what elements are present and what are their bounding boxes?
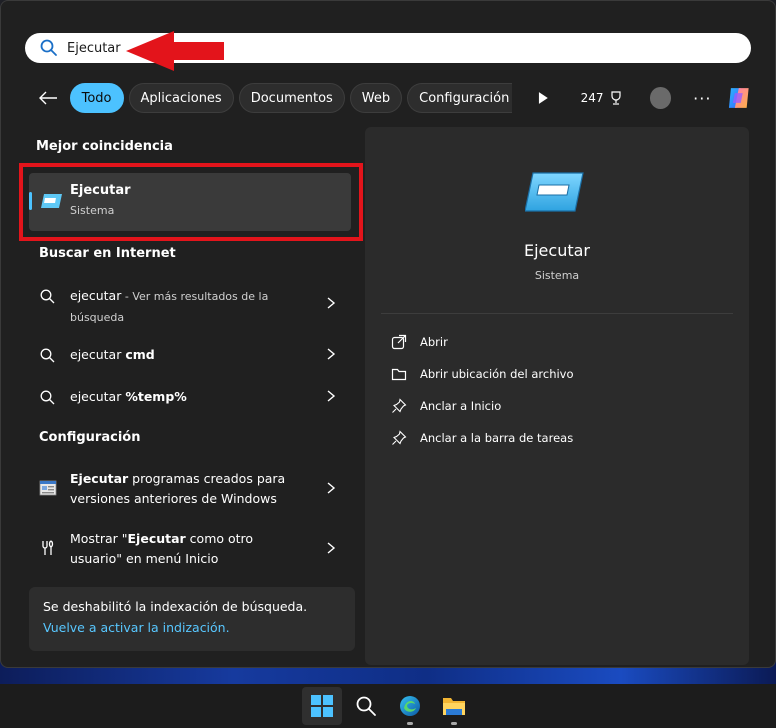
settings-result-text: Ejecutar programas creados para versione… bbox=[70, 471, 286, 506]
search-icon bbox=[40, 39, 57, 56]
web-result-text: ejecutar %temp% bbox=[70, 389, 187, 404]
chevron-right-icon bbox=[327, 390, 336, 402]
trophy-icon bbox=[610, 91, 621, 105]
search-icon bbox=[356, 696, 376, 716]
avatar[interactable] bbox=[649, 87, 672, 109]
settings-heading: Configuración bbox=[39, 430, 141, 445]
edge-browser-icon bbox=[400, 696, 420, 716]
tab-web[interactable]: Web bbox=[349, 83, 403, 113]
rewards-points[interactable]: 247 bbox=[581, 90, 624, 106]
action-open[interactable]: Abrir bbox=[391, 332, 448, 352]
web-result-text: ejecutar - Ver más resultados de la búsq… bbox=[70, 288, 269, 324]
tab-aplicaciones[interactable]: Aplicaciones bbox=[128, 83, 234, 113]
tab-configuracion[interactable]: Configuración bbox=[407, 83, 512, 113]
tab-documentos[interactable]: Documentos bbox=[238, 83, 345, 113]
tab-todo[interactable]: Todo bbox=[69, 83, 124, 113]
windows-logo-icon bbox=[311, 695, 333, 717]
pin-icon bbox=[392, 398, 407, 413]
taskbar-edge-button[interactable] bbox=[390, 687, 430, 725]
search-icon bbox=[40, 390, 55, 405]
indexing-notice-text: Se deshabilitó la indexación de búsqueda… bbox=[43, 599, 308, 614]
settings-result-item[interactable]: Ejecutar programas creados para versione… bbox=[39, 469, 339, 511]
search-icon bbox=[40, 289, 55, 304]
copilot-icon[interactable] bbox=[725, 83, 755, 113]
taskbar-explorer-button[interactable] bbox=[434, 687, 474, 725]
play-icon[interactable] bbox=[535, 90, 551, 106]
divider bbox=[381, 313, 733, 314]
web-result-item[interactable]: ejecutar cmd bbox=[39, 345, 339, 367]
settings-result-item[interactable]: Mostrar "Ejecutar como otro usuario" en … bbox=[39, 529, 339, 571]
start-button[interactable] bbox=[302, 687, 342, 725]
taskbar-search-button[interactable] bbox=[346, 687, 386, 725]
annotation-arrow-icon bbox=[126, 31, 224, 71]
action-pin-taskbar[interactable]: Anclar a la barra de tareas bbox=[391, 428, 573, 448]
more-options-button[interactable]: ··· bbox=[693, 89, 711, 108]
chevron-right-icon bbox=[327, 482, 336, 494]
reenable-indexing-link[interactable]: Vuelve a activar la indización. bbox=[43, 620, 341, 635]
run-app-icon bbox=[525, 172, 584, 212]
best-match-heading: Mejor coincidencia bbox=[36, 139, 173, 154]
chevron-right-icon bbox=[327, 297, 336, 309]
points-value: 247 bbox=[580, 91, 604, 105]
detail-panel: Ejecutar Sistema Abrir Abrir ubicación d… bbox=[365, 127, 749, 665]
detail-app-type: Sistema bbox=[534, 269, 580, 282]
back-button[interactable] bbox=[35, 85, 61, 111]
search-icon bbox=[40, 348, 55, 363]
pin-icon bbox=[392, 430, 407, 445]
compatibility-icon bbox=[39, 480, 57, 496]
search-panel: Todo Aplicaciones Documentos Web Configu… bbox=[0, 0, 776, 668]
taskbar bbox=[0, 684, 776, 728]
web-result-item[interactable]: ejecutar - Ver más resultados de la búsq… bbox=[39, 286, 339, 326]
arrow-left-icon bbox=[38, 91, 57, 105]
web-result-item[interactable]: ejecutar %temp% bbox=[39, 387, 339, 409]
chevron-right-icon bbox=[327, 348, 336, 360]
web-result-text: ejecutar cmd bbox=[70, 347, 155, 362]
action-pin-start[interactable]: Anclar a Inicio bbox=[391, 396, 501, 416]
filter-bar: Todo Aplicaciones Documentos Web Configu… bbox=[35, 81, 755, 115]
folder-icon bbox=[391, 368, 407, 381]
running-indicator bbox=[451, 722, 457, 725]
tools-icon bbox=[42, 540, 54, 555]
detail-app-name: Ejecutar bbox=[524, 241, 590, 260]
folder-icon bbox=[443, 698, 465, 715]
settings-result-text: Mostrar "Ejecutar como otro usuario" en … bbox=[70, 531, 254, 566]
action-open-location[interactable]: Abrir ubicación del archivo bbox=[391, 364, 574, 384]
annotation-highlight bbox=[19, 163, 363, 241]
running-indicator bbox=[407, 722, 413, 725]
indexing-notice: Se deshabilitó la indexación de búsqueda… bbox=[29, 587, 355, 651]
web-search-heading: Buscar en Internet bbox=[39, 246, 176, 261]
open-icon bbox=[391, 334, 407, 350]
chevron-right-icon bbox=[327, 542, 336, 554]
